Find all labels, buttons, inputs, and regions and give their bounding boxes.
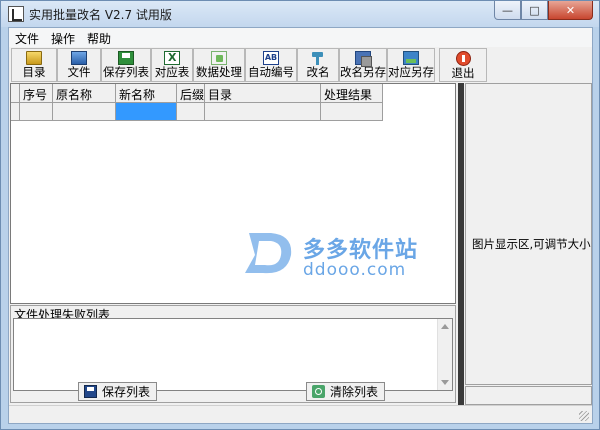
table-cell[interactable]: [205, 103, 321, 121]
hammer-icon: [310, 51, 326, 65]
toolbar-label: 改名: [306, 65, 330, 79]
watermark-url: ddooo.com: [303, 260, 407, 280]
window-title: 实用批量改名 V2.7 试用版: [29, 8, 172, 22]
toolbar-label: 数据处理: [196, 65, 242, 79]
save-list-label: 保存列表: [102, 385, 151, 399]
menu-help[interactable]: 帮助: [81, 28, 117, 47]
app-window: 实用批量改名 V2.7 试用版 — □ ✕ 文件 操作 帮助 目录 文件 保存列…: [0, 0, 600, 430]
table-cell[interactable]: [321, 103, 383, 121]
clear-list-button[interactable]: 清除列表: [306, 382, 386, 401]
rename-save-as-button[interactable]: 改名另存: [339, 48, 387, 82]
clear-list-label: 清除列表: [330, 385, 379, 399]
data-icon: [211, 51, 227, 65]
column-header-result[interactable]: 处理结果: [321, 84, 383, 103]
title-bar[interactable]: 实用批量改名 V2.7 试用版 — □ ✕: [1, 1, 599, 27]
data-processing-button[interactable]: 数据处理: [193, 48, 245, 82]
app-icon: [8, 6, 24, 22]
scroll-up-icon[interactable]: [441, 324, 449, 329]
toolbar-label: 改名另存: [340, 65, 386, 79]
column-header-directory[interactable]: 目录: [205, 84, 321, 103]
toolbar-label: 对应表: [154, 65, 190, 79]
vertical-scrollbar[interactable]: [437, 319, 452, 390]
pane-splitter[interactable]: [458, 83, 464, 405]
status-bar: [9, 405, 592, 423]
excel-icon: [164, 51, 180, 65]
menu-bar: 文件 操作 帮助: [9, 28, 592, 47]
image-pane-bar: [465, 386, 592, 405]
mapping-table-button[interactable]: 对应表: [151, 48, 193, 82]
window-controls: — □ ✕: [494, 1, 593, 20]
save-list-bottom-button[interactable]: 保存列表: [78, 382, 158, 401]
client-area: 文件 操作 帮助 目录 文件 保存列表 对应表 数据处理: [8, 27, 593, 424]
close-button[interactable]: ✕: [548, 1, 593, 20]
fail-list-box[interactable]: [13, 318, 453, 391]
table-cell[interactable]: [20, 103, 53, 121]
image-display-pane: 图片显示区,可调节大小: [465, 83, 592, 385]
picture-icon: [403, 51, 419, 65]
table-cell[interactable]: [177, 103, 205, 121]
close-icon: ✕: [565, 3, 576, 17]
scroll-down-icon[interactable]: [441, 380, 449, 385]
maximize-button[interactable]: □: [521, 1, 548, 20]
menu-operation[interactable]: 操作: [45, 28, 81, 47]
file-button[interactable]: 文件: [57, 48, 101, 82]
column-header-index[interactable]: 序号: [20, 84, 53, 103]
file-grid[interactable]: 序号 原名称 新名称 后缀 目录 处理结果 多多软件站 ddooo.com: [10, 83, 456, 304]
toolbar: 目录 文件 保存列表 对应表 数据处理 AB 自动编号: [9, 47, 592, 83]
minimize-icon: —: [502, 3, 513, 17]
selected-cell[interactable]: [116, 103, 177, 121]
row-indicator-header: [11, 84, 20, 103]
toolbar-label: 退出: [451, 66, 475, 80]
fail-list-group: 文件处理失败列表: [10, 305, 456, 403]
save-icon: [84, 385, 97, 398]
menu-file[interactable]: 文件: [9, 28, 45, 47]
exit-icon: [455, 51, 471, 66]
image-pane-text: 图片显示区,可调节大小: [472, 237, 591, 251]
column-header-new-name[interactable]: 新名称: [116, 84, 177, 103]
toolbar-label: 文件: [67, 65, 91, 79]
toolbar-label: 对应另存: [388, 65, 434, 79]
directory-button[interactable]: 目录: [11, 48, 57, 82]
table-row[interactable]: [11, 103, 455, 121]
numbering-icon: AB: [263, 51, 279, 65]
auto-numbering-button[interactable]: AB 自动编号: [245, 48, 297, 82]
watermark-logo: [245, 233, 292, 274]
minimize-button[interactable]: —: [494, 1, 521, 20]
save-icon: [118, 51, 134, 65]
save-list-button[interactable]: 保存列表: [101, 48, 151, 82]
rename-button[interactable]: 改名: [297, 48, 339, 82]
exit-button[interactable]: 退出: [439, 48, 487, 82]
toolbar-label: 目录: [22, 65, 46, 79]
file-icon: [71, 51, 87, 65]
column-header-original-name[interactable]: 原名称: [53, 84, 116, 103]
toolbar-label: 保存列表: [103, 65, 149, 79]
mapping-save-as-button[interactable]: 对应另存: [387, 48, 435, 82]
column-header-suffix[interactable]: 后缀: [177, 84, 205, 103]
grid-header: 序号 原名称 新名称 后缀 目录 处理结果: [11, 84, 455, 103]
toolbar-label: 自动编号: [248, 65, 294, 79]
save-as-icon: [355, 51, 372, 67]
maximize-icon: □: [529, 3, 540, 17]
clear-icon: [312, 385, 325, 398]
row-indicator: [11, 103, 20, 121]
folder-icon: [26, 51, 42, 65]
table-cell[interactable]: [53, 103, 116, 121]
resize-grip-icon[interactable]: [579, 411, 589, 421]
